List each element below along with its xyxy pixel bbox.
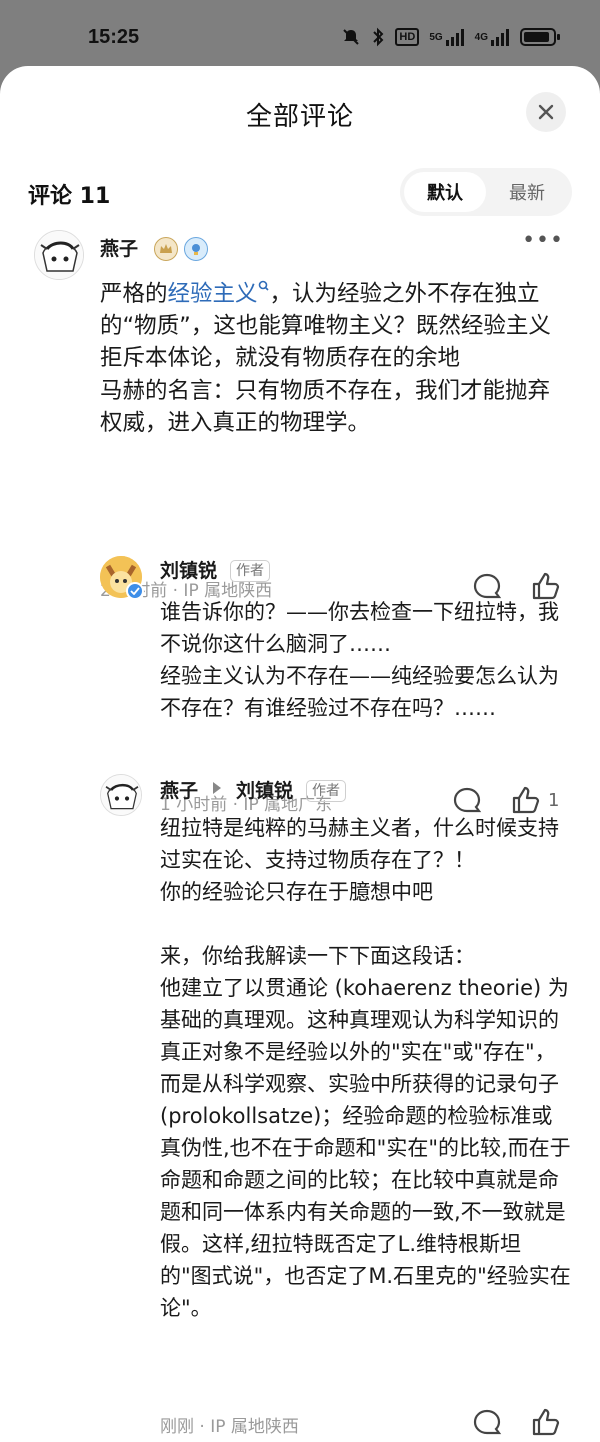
avatar[interactable] xyxy=(100,774,142,816)
username[interactable]: 燕子 xyxy=(160,776,198,803)
like-button[interactable] xyxy=(530,1406,562,1438)
comment-text: 纽拉特是纯粹的马赫主义者，什么时候支持过实在论、支持过物质存在了？！ 你的经验论… xyxy=(160,816,571,1320)
status-time: 15:25 xyxy=(88,26,140,48)
comment-text: 谁告诉你的？——你去检查一下纽拉特，我不说你这什么脑洞了…… 经验主义认为不存在… xyxy=(160,600,559,720)
search-icon xyxy=(258,280,269,291)
signal-4g-icon: 4G xyxy=(475,26,510,48)
thumbs-up-icon xyxy=(532,1408,560,1436)
comment-text: 严格的经验主义 ，认为经验之外不存在独立的“物质”，这也能算唯物主义？既然经验主义… xyxy=(100,280,551,436)
comment-count: 评论 11 xyxy=(28,184,111,209)
crown-badge-icon xyxy=(154,237,178,261)
status-bar: 15:25 HD 5G 4G xyxy=(0,0,600,66)
status-icons: HD 5G 4G xyxy=(341,26,560,48)
comment-bubble-icon xyxy=(473,1409,502,1435)
more-options-icon[interactable]: ••• xyxy=(522,228,564,253)
sheet-title: 全部评论 xyxy=(245,102,354,132)
author-tag: 作者 xyxy=(306,780,346,802)
hd-icon: HD xyxy=(395,28,420,46)
mute-icon xyxy=(341,26,361,48)
reply-to-username[interactable]: 刘镇锐 xyxy=(236,776,293,803)
sort-default-tab[interactable]: 默认 xyxy=(404,172,486,212)
username[interactable]: 刘镇锐 xyxy=(160,556,217,583)
username[interactable]: 燕子 xyxy=(100,234,138,261)
sort-switch: 默认 最新 xyxy=(400,168,572,216)
signal-5g-icon: 5G xyxy=(429,26,464,48)
keyword-link[interactable]: 经验主义 xyxy=(168,281,258,307)
reply-button[interactable] xyxy=(472,1408,502,1438)
bluetooth-icon xyxy=(371,26,385,48)
medal-badge-icon xyxy=(184,237,208,261)
battery-icon xyxy=(520,28,560,46)
comments-sheet: 全部评论 评论 11 默认 最新 燕子 ••• 严格的经验主义 ，认为经验之外不存… xyxy=(0,66,600,1442)
verified-badge-icon xyxy=(126,582,144,600)
close-button[interactable] xyxy=(526,92,566,132)
author-tag: 作者 xyxy=(230,560,270,582)
avatar[interactable] xyxy=(34,230,84,280)
comment-meta: 刚刚 · IP 属地陕西 xyxy=(160,1417,299,1437)
reply-arrow-icon xyxy=(212,780,222,799)
like-count: 1 xyxy=(548,789,560,811)
close-icon xyxy=(538,104,554,120)
sort-latest-tab[interactable]: 最新 xyxy=(486,172,568,212)
